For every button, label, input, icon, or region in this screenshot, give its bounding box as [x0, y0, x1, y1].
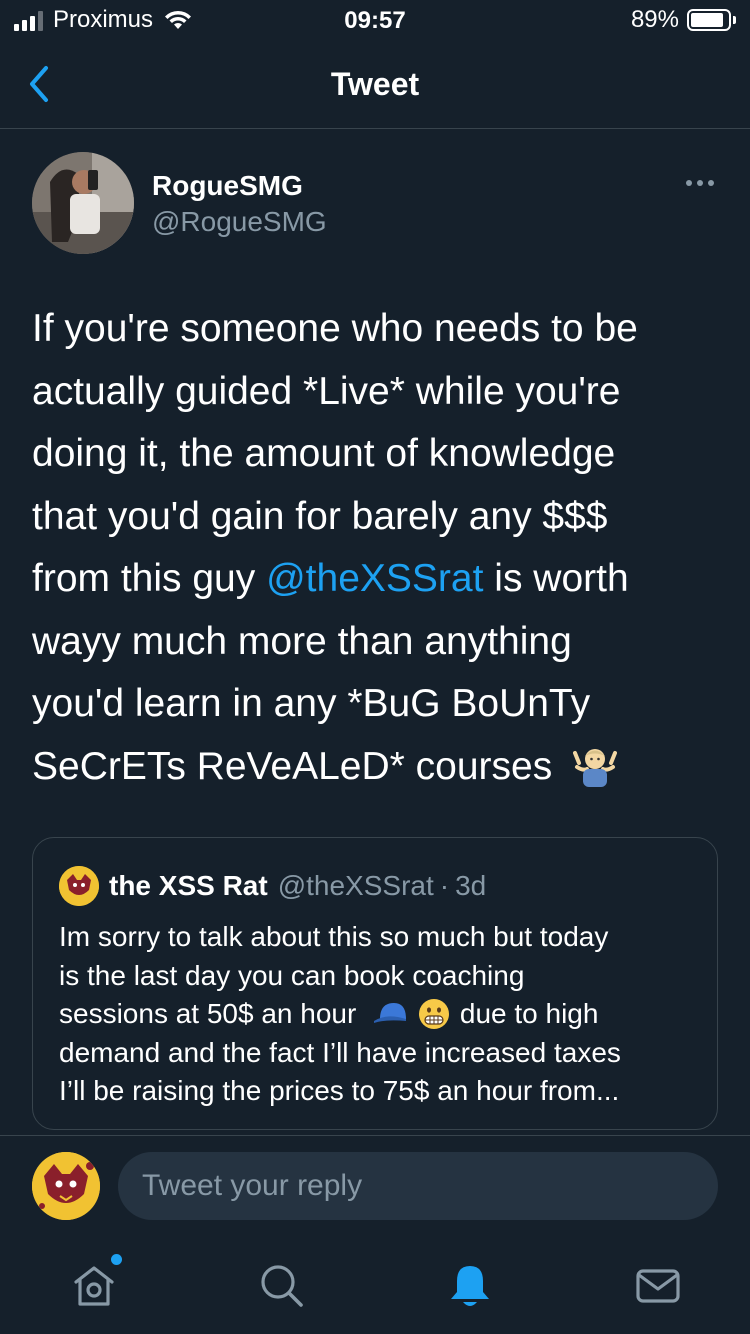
tab-messages[interactable] [634, 1262, 682, 1310]
tab-bar [0, 1240, 750, 1334]
status-right: 89% [631, 6, 736, 34]
tweet-text: If you're someone who needs to be actual… [32, 298, 722, 798]
status-bar: Proximus 09:57 89% [0, 0, 750, 40]
person-shrugging-emoji-icon [573, 748, 618, 787]
tweet-line: If you're someone who needs to be [32, 307, 638, 350]
messages-icon [636, 1269, 680, 1303]
quoted-author-name: the XSS Rat [109, 870, 268, 901]
tab-search[interactable] [258, 1262, 306, 1310]
quote-line: is the last day you can book coaching [59, 959, 525, 991]
reply-input[interactable] [118, 1152, 718, 1220]
battery-cap [733, 16, 736, 24]
mention-link[interactable]: @theXSSrat [266, 557, 483, 600]
author-avatar[interactable] [32, 152, 134, 254]
grimacing-face-emoji-icon [418, 999, 449, 1029]
rat-logo-icon [59, 866, 99, 906]
search-icon [261, 1265, 303, 1307]
page-title: Tweet [330, 66, 420, 102]
tweet-line: you'd learn in any *BuG BoUnTy [32, 682, 591, 725]
quoted-tweet-text: Im sorry to talk about this so much but … [59, 918, 699, 1111]
tab-home[interactable] [70, 1254, 122, 1310]
quoted-timestamp: 3d [455, 870, 487, 901]
tweet-line: that you'd gain for barely any $$$ [32, 494, 608, 538]
quote-line: demand and the fact I’ll have increased … [59, 1036, 621, 1068]
quote-line: sessions at 50$ an hour due to high [59, 995, 699, 1034]
quoted-tweet-header: the XSS Rat @theXSSrat · 3d [59, 866, 486, 906]
author-name[interactable]: RogueSMG [152, 170, 303, 202]
notification-dot [111, 1254, 122, 1265]
home-icon [74, 1266, 114, 1306]
tweet-line: wayy much more than anything [32, 619, 572, 663]
quote-line: I’ll be raising the prices to 75$ an hou… [59, 1075, 620, 1106]
tweet-line: actually guided *Live* while you're [32, 369, 621, 413]
quoted-author-avatar [59, 866, 99, 906]
tweet-line-text: is worth [483, 557, 629, 600]
battery-icon [687, 9, 731, 31]
reply-bar [0, 1136, 750, 1240]
tab-notifications[interactable] [446, 1262, 494, 1310]
avatar-photo [32, 152, 134, 254]
cap-emoji-icon [374, 1003, 407, 1023]
more-options-icon[interactable] [686, 180, 714, 186]
author-handle[interactable]: @RogueSMG [152, 206, 327, 238]
quote-line-text: sessions at 50$ an hour [59, 998, 357, 1029]
tweet-line-text: SeCrETs ReVeALeD* courses [32, 744, 553, 788]
navigation-bar: Tweet [0, 40, 750, 129]
notifications-icon [451, 1266, 489, 1306]
quoted-tweet[interactable]: the XSS Rat @theXSSrat · 3d Im sorry to … [32, 837, 718, 1130]
tweet-line: SeCrETs ReVeALeD* courses [32, 736, 722, 799]
quote-line: Im sorry to talk about this so much but … [59, 921, 609, 952]
quoted-author-handle: @theXSSrat [277, 870, 434, 901]
rat-logo-icon [32, 1152, 100, 1220]
battery-percent: 89% [630, 6, 679, 33]
tweet-header: RogueSMG @RogueSMG [32, 152, 722, 256]
tweet-line: from this guy @theXSSrat is worth [32, 548, 722, 611]
battery-fill [691, 13, 723, 27]
tweet-line-text: from this guy [32, 557, 267, 600]
separator-dot: · [439, 870, 450, 901]
tweet-line: doing it, the amount of knowledge [32, 432, 616, 475]
quote-line-text: due to high [459, 998, 599, 1029]
user-avatar[interactable] [32, 1152, 100, 1220]
